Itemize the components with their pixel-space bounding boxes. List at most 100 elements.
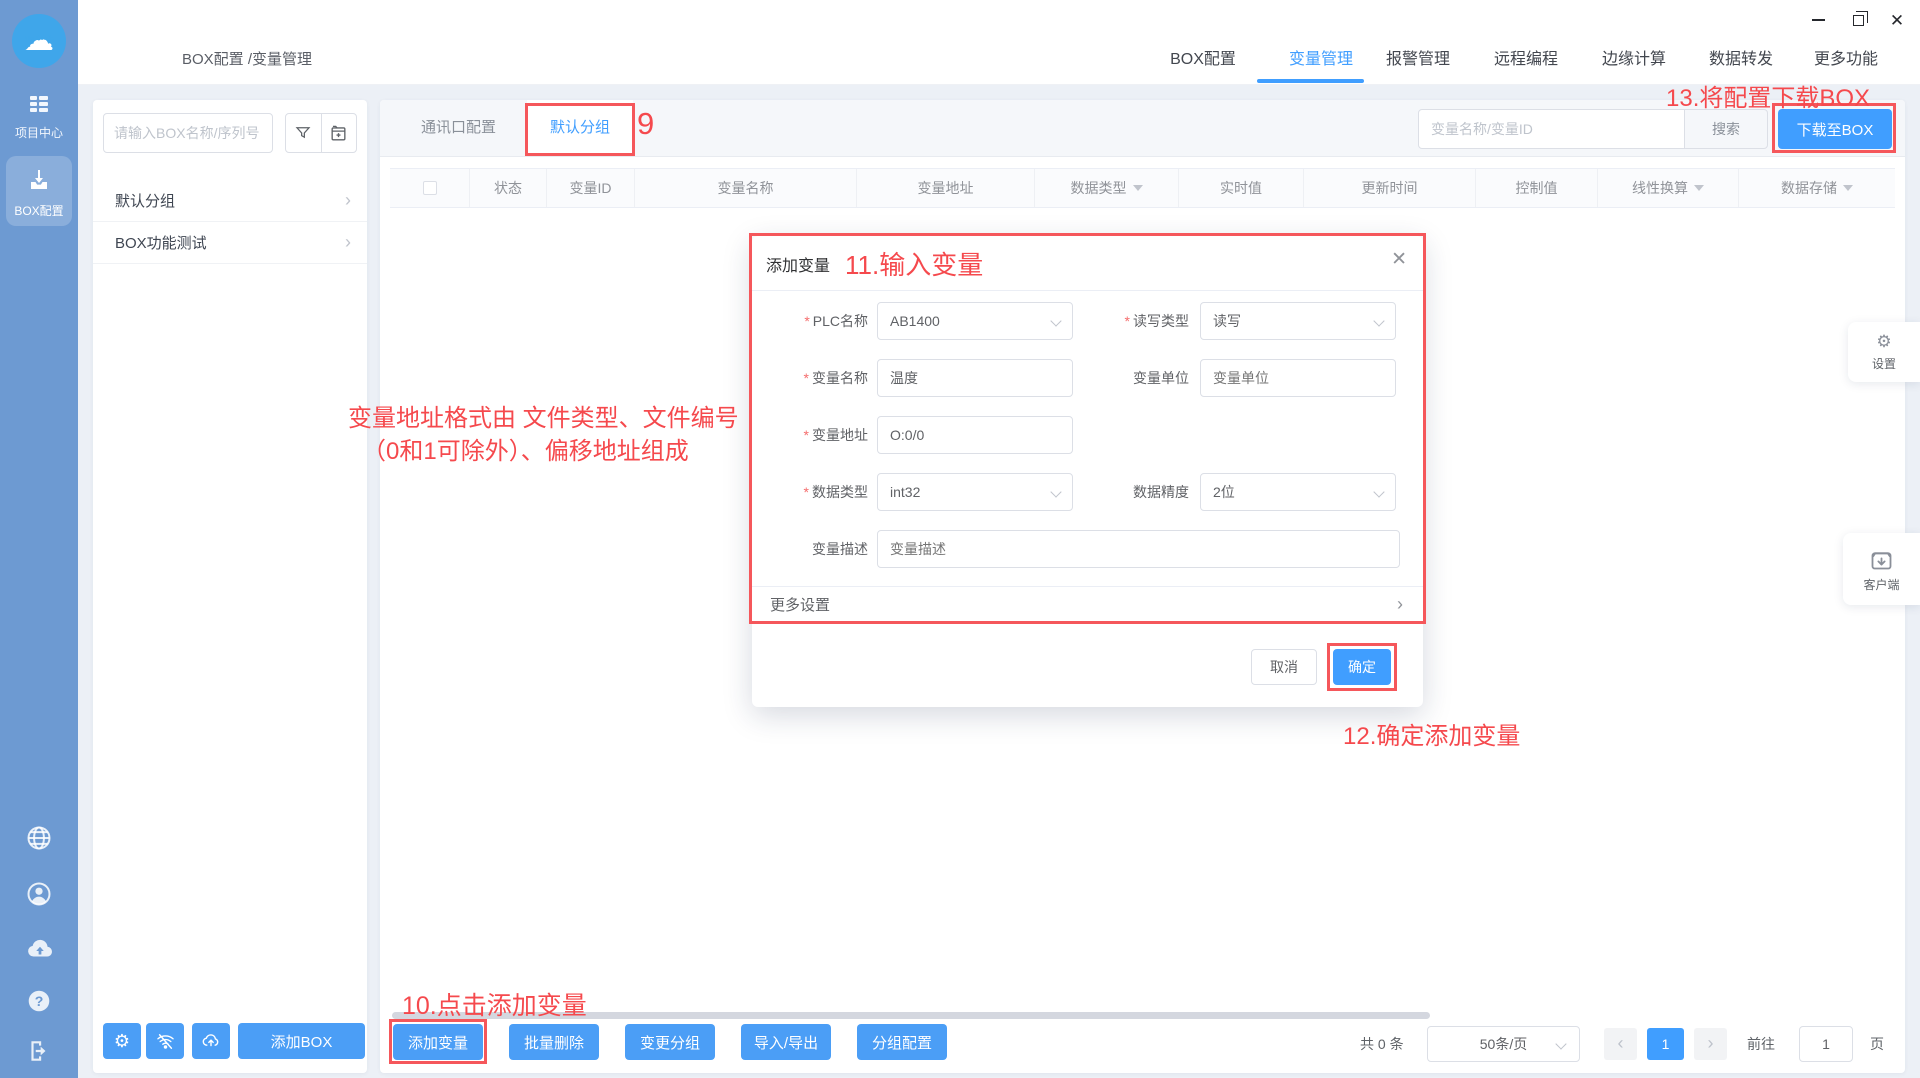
filter-caret-icon <box>1694 185 1704 196</box>
chevron-down-icon <box>1373 486 1384 497</box>
annotation-step-9: 9 <box>637 106 654 142</box>
settings-float-button[interactable]: ⚙ 设置 <box>1848 322 1920 382</box>
plc-name-label: *PLC名称 <box>760 302 868 340</box>
change-group-button[interactable]: 变更分组 <box>625 1024 715 1060</box>
col-status: 状态 <box>470 169 547 207</box>
goto-page-input[interactable] <box>1799 1026 1853 1062</box>
plc-name-value: AB1400 <box>890 313 940 329</box>
variable-table-header: 状态 变量ID 变量名称 变量地址 数据类型 实时值 更新时间 控制值 线性换算… <box>390 168 1895 208</box>
chevron-down-icon <box>1555 1038 1566 1049</box>
var-addr-input[interactable] <box>877 416 1073 454</box>
page-size-select[interactable]: 50条/页 <box>1427 1026 1580 1062</box>
var-name-input[interactable] <box>877 359 1073 397</box>
add-folder-button[interactable] <box>321 114 357 152</box>
nav-tab-data-forwarding[interactable]: 数据转发 <box>1693 47 1789 73</box>
var-desc-input[interactable] <box>877 530 1400 568</box>
tab-default-group[interactable]: 默认分组 <box>527 100 633 156</box>
total-count: 共 0 条 <box>1360 1034 1404 1054</box>
annotation-address-note-line2: （0和1可除外）、偏移地址组成 <box>362 431 689 466</box>
search-button[interactable]: 搜索 <box>1684 109 1768 149</box>
nav-tab-alarm-mgmt[interactable]: 报警管理 <box>1370 47 1466 73</box>
goto-label: 前往 <box>1747 1034 1775 1054</box>
nav-tab-variable-mgmt[interactable]: 变量管理 <box>1273 47 1369 73</box>
box-config-download-icon <box>27 168 51 192</box>
filter-funnel-button[interactable] <box>286 114 321 152</box>
chevron-down-icon <box>1050 315 1061 326</box>
window-minimize-button[interactable] <box>1805 8 1831 32</box>
plc-name-select[interactable]: AB1400 <box>877 302 1073 340</box>
dialog-close-icon[interactable]: ✕ <box>1391 248 1407 271</box>
annotation-step-11: 11.输入变量 <box>845 245 983 282</box>
precision-value: 2位 <box>1213 482 1235 502</box>
cloud-upload-icon[interactable] <box>25 934 55 964</box>
chevron-right-icon: › <box>1397 594 1403 615</box>
box-list-panel: 默认分组 › BOX功能测试 › ⚙ 添加BOX <box>93 100 367 1073</box>
box-search-input[interactable] <box>103 113 273 153</box>
precision-select[interactable]: 2位 <box>1200 473 1396 511</box>
client-download-float-button[interactable]: 客户端 <box>1843 533 1920 605</box>
client-label: 客户端 <box>1863 576 1899 593</box>
page-unit-label: 页 <box>1870 1034 1884 1054</box>
active-tab-underline <box>1257 79 1364 83</box>
gear-icon: ⚙ <box>1876 332 1891 352</box>
user-account-icon[interactable] <box>25 880 53 908</box>
window-close-button[interactable]: ✕ <box>1884 8 1910 32</box>
restore-icon <box>1853 15 1864 26</box>
group-item-default[interactable]: 默认分组 › <box>93 180 367 222</box>
cancel-button[interactable]: 取消 <box>1251 649 1317 685</box>
confirm-button[interactable]: 确定 <box>1333 649 1391 685</box>
group-config-button[interactable]: 分组配置 <box>857 1024 947 1060</box>
nav-tab-edge-computing[interactable]: 边缘计算 <box>1586 47 1682 73</box>
col-data-type[interactable]: 数据类型 <box>1035 169 1179 207</box>
close-window-icon: ✕ <box>1890 12 1904 29</box>
data-type-select[interactable]: int32 <box>877 473 1073 511</box>
chevron-down-icon <box>1373 315 1384 326</box>
group-item-box-test[interactable]: BOX功能测试 › <box>93 222 367 264</box>
dialog-title: 添加变量 <box>766 252 830 276</box>
select-all-cell <box>390 169 470 207</box>
nav-tab-more-functions[interactable]: 更多功能 <box>1798 47 1894 73</box>
variable-search-input[interactable] <box>1418 109 1685 149</box>
prev-page-button[interactable]: ‹ <box>1604 1028 1637 1060</box>
group-label: BOX功能测试 <box>115 232 207 253</box>
batch-delete-button[interactable]: 批量删除 <box>509 1024 599 1060</box>
import-export-button[interactable]: 导入/导出 <box>741 1024 831 1060</box>
upload-config-button[interactable] <box>192 1023 230 1059</box>
annotation-address-note-line1: 变量地址格式由 文件类型、文件编号 <box>348 398 739 433</box>
rail-label-project-center: 项目中心 <box>0 124 78 141</box>
nav-tab-remote-programming[interactable]: 远程编程 <box>1478 47 1574 73</box>
chevron-down-icon <box>1050 486 1061 497</box>
col-data-storage-label: 数据存储 <box>1781 178 1837 198</box>
col-data-storage[interactable]: 数据存储 <box>1739 169 1895 207</box>
var-name-label: *变量名称 <box>760 359 868 397</box>
window-restore-button[interactable] <box>1845 8 1871 32</box>
nav-tab-box-config[interactable]: BOX配置 <box>1155 47 1251 73</box>
select-all-checkbox[interactable] <box>423 181 437 195</box>
dialog-header-divider <box>752 290 1423 291</box>
rw-type-label: *读写类型 <box>1085 302 1189 340</box>
var-unit-input[interactable] <box>1200 359 1396 397</box>
col-linear-scale[interactable]: 线性换算 <box>1598 169 1739 207</box>
svg-text:?: ? <box>35 993 44 1009</box>
tab-comm-port-config[interactable]: 通讯口配置 <box>390 100 527 156</box>
box-settings-button[interactable]: ⚙ <box>103 1023 141 1059</box>
annotation-step-12: 12.确定添加变量 <box>1343 716 1520 751</box>
box-filter-group <box>285 113 357 153</box>
network-status-button[interactable] <box>146 1023 184 1059</box>
globe-icon[interactable] <box>25 824 53 852</box>
download-to-box-button[interactable]: 下载至BOX <box>1778 109 1892 149</box>
help-icon[interactable]: ? <box>26 988 52 1014</box>
app-logo[interactable]: ☁ Box Config <box>12 14 66 68</box>
more-settings-row[interactable]: 更多设置 › <box>752 586 1423 622</box>
logout-icon[interactable] <box>26 1038 52 1064</box>
add-box-button[interactable]: 添加BOX <box>238 1023 365 1059</box>
annotation-step-10: 10.点击添加变量 <box>402 986 587 1022</box>
data-type-label: *数据类型 <box>760 473 868 511</box>
current-page-button[interactable]: 1 <box>1647 1028 1684 1060</box>
breadcrumb: BOX配置 /变量管理 <box>182 48 312 69</box>
client-box-icon <box>1868 546 1895 573</box>
chevron-right-icon: › <box>345 232 351 253</box>
next-page-button[interactable]: › <box>1694 1028 1727 1060</box>
add-variable-button[interactable]: 添加变量 <box>393 1024 483 1060</box>
rw-type-select[interactable]: 读写 <box>1200 302 1396 340</box>
